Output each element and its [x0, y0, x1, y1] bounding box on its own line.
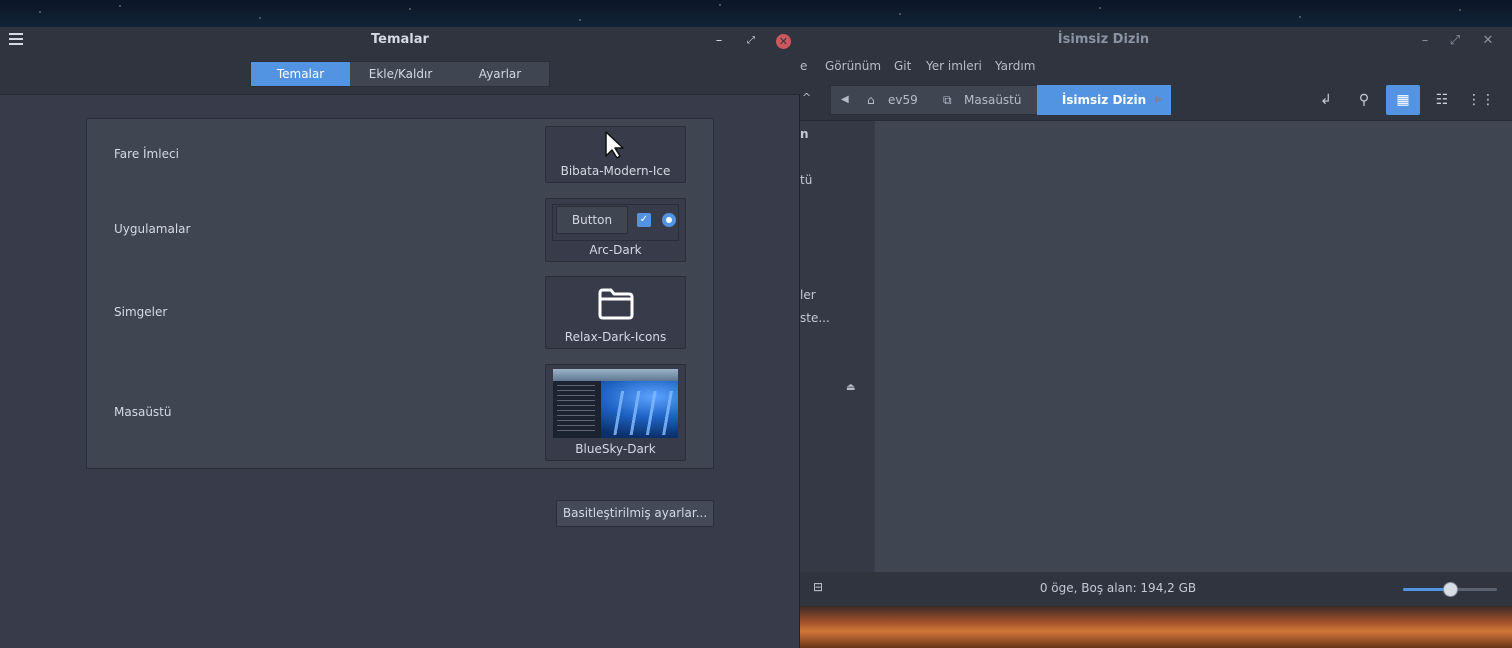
gtk-theme-button[interactable]: Button ✓ Arc-Dark	[545, 198, 686, 262]
fm-menubar: e Görünüm Git Yer imleri Yardım	[800, 55, 1512, 79]
pointer-cursor-icon	[605, 131, 624, 159]
thumbnail-rail	[613, 391, 673, 435]
fm-close-button[interactable]: ✕	[1478, 31, 1498, 51]
sidebar-fragment[interactable]: n	[800, 127, 809, 141]
desktop-theme-name: BlueSky-Dark	[575, 442, 656, 456]
compact-view-icon[interactable]: ☷	[1425, 85, 1459, 115]
breadcrumb: ◀ ⌂ ev59 ⧉ Masaüstü İsimsiz Dizin ▶	[830, 85, 1171, 115]
desktop-theme-button[interactable]: BlueSky-Dark	[545, 364, 686, 461]
themes-header: Temalar Ekle/Kaldır Ayarlar	[0, 55, 800, 95]
icon-theme-name: Relax-Dark-Icons	[564, 330, 667, 344]
fm-sidebar: n tü ler ste... ⏏	[800, 121, 874, 572]
simplified-settings-button[interactable]: Basitleştirilmiş ayarlar...	[556, 500, 714, 527]
tab-bar: Temalar Ekle/Kaldır Ayarlar	[250, 61, 550, 87]
close-button[interactable]: ✕	[776, 34, 791, 49]
row-label-desktop: Masaüstü	[114, 405, 172, 419]
cursor-theme-name: Bibata-Modern-Ice	[560, 164, 671, 178]
desktop-wallpaper-landscape	[800, 606, 1512, 648]
list-view-icon[interactable]: ⋮⋮	[1464, 85, 1498, 115]
fm-statusbar: ⊟ 0 öge, Boş alan: 194,2 GB	[800, 572, 1512, 606]
breadcrumb-item-home[interactable]: ev59	[888, 86, 918, 114]
menu-help[interactable]: Yardım	[995, 59, 1035, 73]
breadcrumb-item-current[interactable]: İsimsiz Dizin	[1037, 85, 1171, 115]
row-label-cursor: Fare İmleci	[114, 147, 179, 161]
fm-window-title: İsimsiz Dizin	[1057, 32, 1150, 47]
tab-settings[interactable]: Ayarlar	[451, 62, 549, 86]
tab-add-remove[interactable]: Ekle/Kaldır	[350, 62, 451, 86]
thumbnail-panel	[553, 369, 678, 381]
menu-go[interactable]: Git	[894, 59, 911, 73]
sidebar-fragment[interactable]: ler	[800, 288, 816, 302]
breadcrumb-item-desktop[interactable]: Masaüstü	[964, 86, 1021, 114]
window-title: Temalar	[371, 32, 429, 47]
fm-maximize-button[interactable]: ⤢	[1445, 31, 1465, 51]
maximize-button[interactable]: ⤢	[741, 31, 761, 51]
tab-themes[interactable]: Temalar	[251, 62, 350, 86]
icon-theme-button[interactable]: Relax-Dark-Icons	[545, 276, 686, 349]
search-icon[interactable]: ⚲	[1347, 85, 1381, 115]
fm-file-area[interactable]	[875, 121, 1512, 572]
radio-selected-icon	[662, 213, 676, 227]
sidebar-fragment[interactable]: tü	[800, 173, 812, 187]
fm-titlebar[interactable]: İsimsiz Dizin – ⤢ ✕	[800, 27, 1512, 55]
themes-titlebar[interactable]: Temalar – ⤢ ✕	[0, 27, 800, 55]
thumbnail-list	[557, 385, 595, 435]
chevron-up-icon[interactable]: ^	[802, 91, 811, 104]
eject-icon[interactable]: ⏏	[846, 382, 855, 393]
folder-icon	[598, 288, 634, 320]
breadcrumb-back-arrow-icon[interactable]: ◀	[841, 86, 849, 114]
status-text: 0 öge, Boş alan: 194,2 GB	[1039, 581, 1197, 595]
minimize-button[interactable]: –	[709, 31, 729, 51]
menu-bookmarks[interactable]: Yer imleri	[926, 59, 982, 73]
gtk-theme-name: Arc-Dark	[589, 243, 642, 257]
themes-panel: Fare İmleci Bibata-Modern-Ice Uygulamala…	[86, 118, 714, 469]
fm-toolbar: ^ ◀ ⌂ ev59 ⧉ Masaüstü İsimsiz Dizin ▶ ↲ …	[800, 79, 1512, 121]
home-icon: ⌂	[867, 93, 875, 107]
menu-view[interactable]: Görünüm	[825, 59, 881, 73]
fm-minimize-button[interactable]: –	[1415, 31, 1435, 51]
preview-button: Button	[556, 206, 628, 234]
themes-window: Temalar – ⤢ ✕ Temalar Ekle/Kaldır Ayarla…	[0, 27, 800, 648]
breadcrumb-forward-arrow-icon[interactable]: ▶	[1155, 86, 1163, 114]
icon-view-icon[interactable]: ▦	[1386, 85, 1420, 115]
cursor-theme-button[interactable]: Bibata-Modern-Ice	[545, 126, 686, 183]
row-label-applications: Uygulamalar	[114, 222, 191, 236]
file-manager-window: İsimsiz Dizin – ⤢ ✕ e Görünüm Git Yer im…	[800, 27, 1512, 606]
sidebar-fragment[interactable]: ste...	[800, 311, 830, 325]
menu-edit[interactable]: e	[800, 59, 807, 73]
desktop-theme-thumbnail	[553, 369, 678, 438]
checkbox-checked-icon: ✓	[637, 213, 651, 227]
row-label-icons: Simgeler	[114, 305, 168, 319]
zoom-slider[interactable]	[1403, 582, 1497, 597]
zoom-slider-handle[interactable]	[1443, 582, 1458, 597]
desktop-icon: ⧉	[943, 93, 952, 107]
open-terminal-icon[interactable]: ↲	[1309, 85, 1343, 115]
